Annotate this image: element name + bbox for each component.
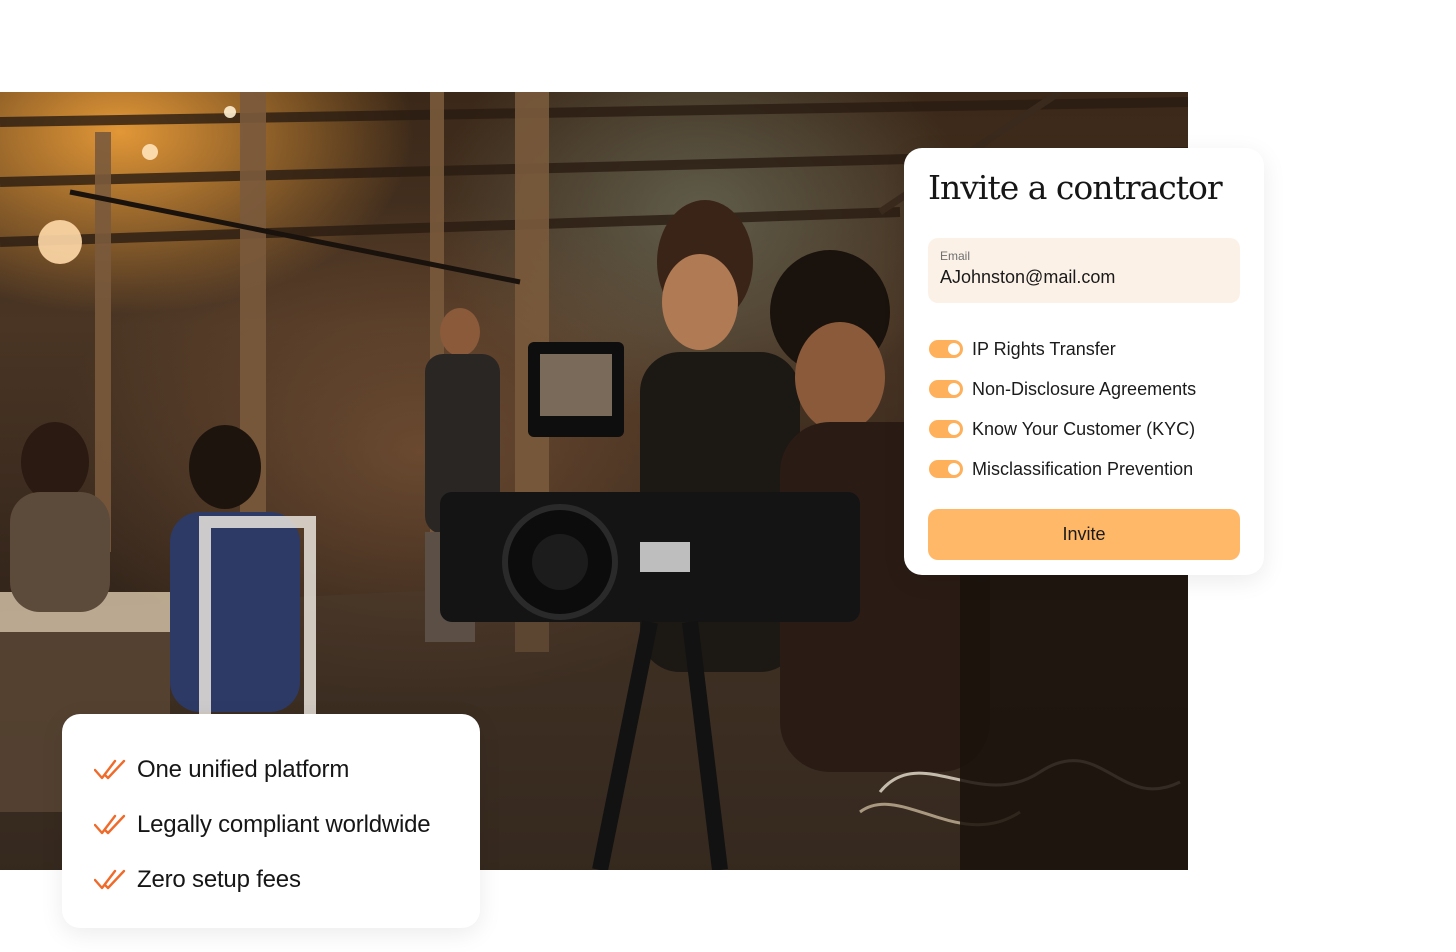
agreement-toggles: IP Rights Transfer Non-Disclosure Agreem… bbox=[928, 329, 1240, 489]
invite-contractor-card: Invite a contractor Email IP Rights Tran… bbox=[904, 148, 1264, 575]
double-check-icon bbox=[94, 869, 126, 889]
double-check-icon bbox=[94, 814, 126, 834]
toggle-label: Non-Disclosure Agreements bbox=[972, 378, 1197, 399]
toggle-label: Misclassification Prevention bbox=[972, 458, 1194, 479]
nda-toggle[interactable] bbox=[929, 380, 963, 398]
toggle-row-ip-rights: IP Rights Transfer bbox=[928, 329, 1240, 369]
feature-label: Zero setup fees bbox=[137, 865, 301, 893]
misclassification-toggle[interactable] bbox=[929, 460, 963, 478]
toggle-row-misclassification: Misclassification Prevention bbox=[928, 449, 1240, 489]
toggle-row-nda: Non-Disclosure Agreements bbox=[928, 369, 1240, 409]
toggle-label: Know Your Customer (KYC) bbox=[972, 418, 1196, 439]
toggle-knob bbox=[948, 463, 960, 475]
invite-card-title: Invite a contractor bbox=[928, 168, 1223, 207]
email-field[interactable]: Email bbox=[928, 238, 1240, 303]
toggle-label: IP Rights Transfer bbox=[972, 338, 1116, 359]
toggle-row-kyc: Know Your Customer (KYC) bbox=[928, 409, 1240, 449]
invite-button[interactable]: Invite bbox=[928, 509, 1240, 560]
toggle-knob bbox=[948, 343, 960, 355]
page: Invite a contractor Email IP Rights Tran… bbox=[0, 0, 1456, 952]
feature-label: Legally compliant worldwide bbox=[137, 810, 431, 838]
feature-item: Zero setup fees bbox=[94, 852, 480, 907]
kyc-toggle[interactable] bbox=[929, 420, 963, 438]
double-check-icon bbox=[94, 759, 126, 779]
email-field-label: Email bbox=[940, 249, 971, 263]
features-card: One unified platform Legally compliant w… bbox=[62, 714, 480, 928]
ip-rights-toggle[interactable] bbox=[929, 340, 963, 358]
feature-item: One unified platform bbox=[94, 742, 480, 797]
feature-label: One unified platform bbox=[137, 755, 350, 783]
feature-item: Legally compliant worldwide bbox=[94, 797, 480, 852]
toggle-knob bbox=[948, 423, 960, 435]
email-input[interactable] bbox=[940, 266, 1228, 288]
toggle-knob bbox=[948, 383, 960, 395]
